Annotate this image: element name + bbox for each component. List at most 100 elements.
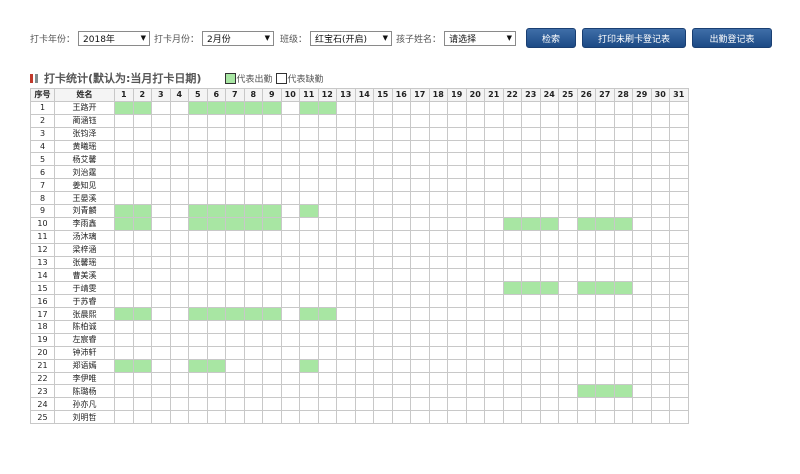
day-cell-absent [410, 307, 430, 322]
day-cell-absent [336, 242, 356, 257]
day-cell-absent [650, 332, 670, 347]
day-cell-absent [336, 255, 356, 270]
column-header-day: 30 [650, 88, 670, 102]
day-cell-absent [484, 216, 504, 231]
row-number: 17 [30, 307, 55, 322]
day-cell-absent [558, 191, 578, 206]
day-cell-present [502, 216, 522, 231]
search-button[interactable]: 检索 [526, 28, 577, 48]
day-cell-absent [576, 113, 596, 128]
class-select[interactable]: 红宝石(开启) ▼ [310, 30, 393, 46]
day-cell-absent [336, 165, 356, 180]
day-cell-absent [114, 242, 134, 257]
day-cell-absent [132, 255, 152, 270]
day-cell-absent [299, 410, 319, 425]
day-cell-absent [373, 410, 393, 425]
student-name: 姜知见 [54, 178, 115, 193]
day-cell-absent [484, 332, 504, 347]
day-cell-absent [225, 332, 245, 347]
day-cell-present [206, 358, 226, 373]
day-cell-absent [354, 191, 374, 206]
student-name: 李伊唯 [54, 371, 115, 386]
day-cell-absent [576, 191, 596, 206]
day-cell-absent [262, 191, 282, 206]
day-cell-absent [373, 268, 393, 283]
day-cell-absent [280, 204, 300, 218]
day-cell-absent [225, 126, 245, 141]
day-cell-present [225, 216, 245, 231]
day-cell-absent [502, 255, 522, 270]
day-cell-absent [280, 126, 300, 141]
day-cell-absent [484, 268, 504, 283]
day-cell-absent [576, 255, 596, 270]
day-cell-present [299, 307, 319, 322]
day-cell-absent [206, 139, 226, 154]
day-cell-absent [502, 139, 522, 154]
attendance-register-button[interactable]: 出勤登记表 [692, 28, 773, 48]
day-cell-absent [317, 113, 337, 128]
day-cell-absent [632, 358, 652, 373]
day-cell-absent [151, 229, 171, 244]
day-cell-absent [447, 268, 467, 283]
day-cell-absent [188, 255, 208, 270]
row-number: 22 [30, 371, 55, 386]
day-cell-absent [299, 371, 319, 386]
day-cell-absent [299, 113, 319, 128]
student-name: 刘明哲 [54, 410, 115, 425]
day-cell-absent [151, 255, 171, 270]
day-cell-absent [243, 384, 263, 399]
day-cell-absent [484, 178, 504, 193]
day-cell-absent [225, 113, 245, 128]
day-cell-present [132, 204, 152, 218]
day-cell-absent [410, 100, 430, 115]
day-cell-absent [428, 165, 448, 180]
day-cell-absent [595, 294, 615, 309]
day-cell-absent [354, 281, 374, 296]
day-cell-absent [465, 139, 485, 154]
day-cell-absent [595, 371, 615, 386]
day-cell-absent [151, 332, 171, 347]
day-cell-absent [558, 165, 578, 180]
month-select[interactable]: 2月份 ▼ [202, 30, 275, 46]
day-cell-absent [280, 384, 300, 399]
day-cell-absent [576, 268, 596, 283]
day-cell-absent [447, 307, 467, 322]
day-cell-absent [299, 281, 319, 296]
day-cell-absent [428, 191, 448, 206]
print-unswiped-button[interactable]: 打印未刷卡登记表 [582, 28, 687, 48]
day-cell-absent [206, 384, 226, 399]
day-cell-present [206, 204, 226, 218]
day-cell-absent [132, 229, 152, 244]
day-cell-absent [391, 294, 411, 309]
day-cell-absent [632, 152, 652, 167]
table-row: 23 陈璐杨 [30, 384, 689, 399]
day-cell-absent [354, 178, 374, 193]
year-select[interactable]: 2018年 ▼ [78, 30, 151, 46]
day-cell-absent [225, 229, 245, 244]
day-cell-absent [336, 307, 356, 322]
day-cell-absent [132, 410, 152, 425]
day-cell-present [299, 358, 319, 373]
day-cell-absent [502, 345, 522, 360]
day-cell-absent [354, 294, 374, 309]
column-header-day: 7 [225, 88, 245, 102]
day-cell-absent [336, 204, 356, 218]
day-cell-absent [225, 178, 245, 193]
day-cell-absent [576, 100, 596, 115]
day-cell-absent [169, 165, 189, 180]
child-select-value: 请选择 [449, 34, 477, 45]
day-cell-absent [576, 242, 596, 257]
day-cell-absent [373, 358, 393, 373]
day-cell-absent [484, 255, 504, 270]
child-select[interactable]: 请选择 ▼ [444, 30, 517, 46]
day-cell-absent [169, 332, 189, 347]
day-cell-absent [354, 371, 374, 386]
day-cell-absent [650, 255, 670, 270]
day-cell-absent [391, 358, 411, 373]
day-cell-absent [114, 345, 134, 360]
table-row: 9 刘青麟 [30, 204, 689, 218]
day-cell-absent [225, 345, 245, 360]
day-cell-absent [280, 345, 300, 360]
day-cell-absent [558, 320, 578, 334]
day-cell-absent [613, 358, 633, 373]
